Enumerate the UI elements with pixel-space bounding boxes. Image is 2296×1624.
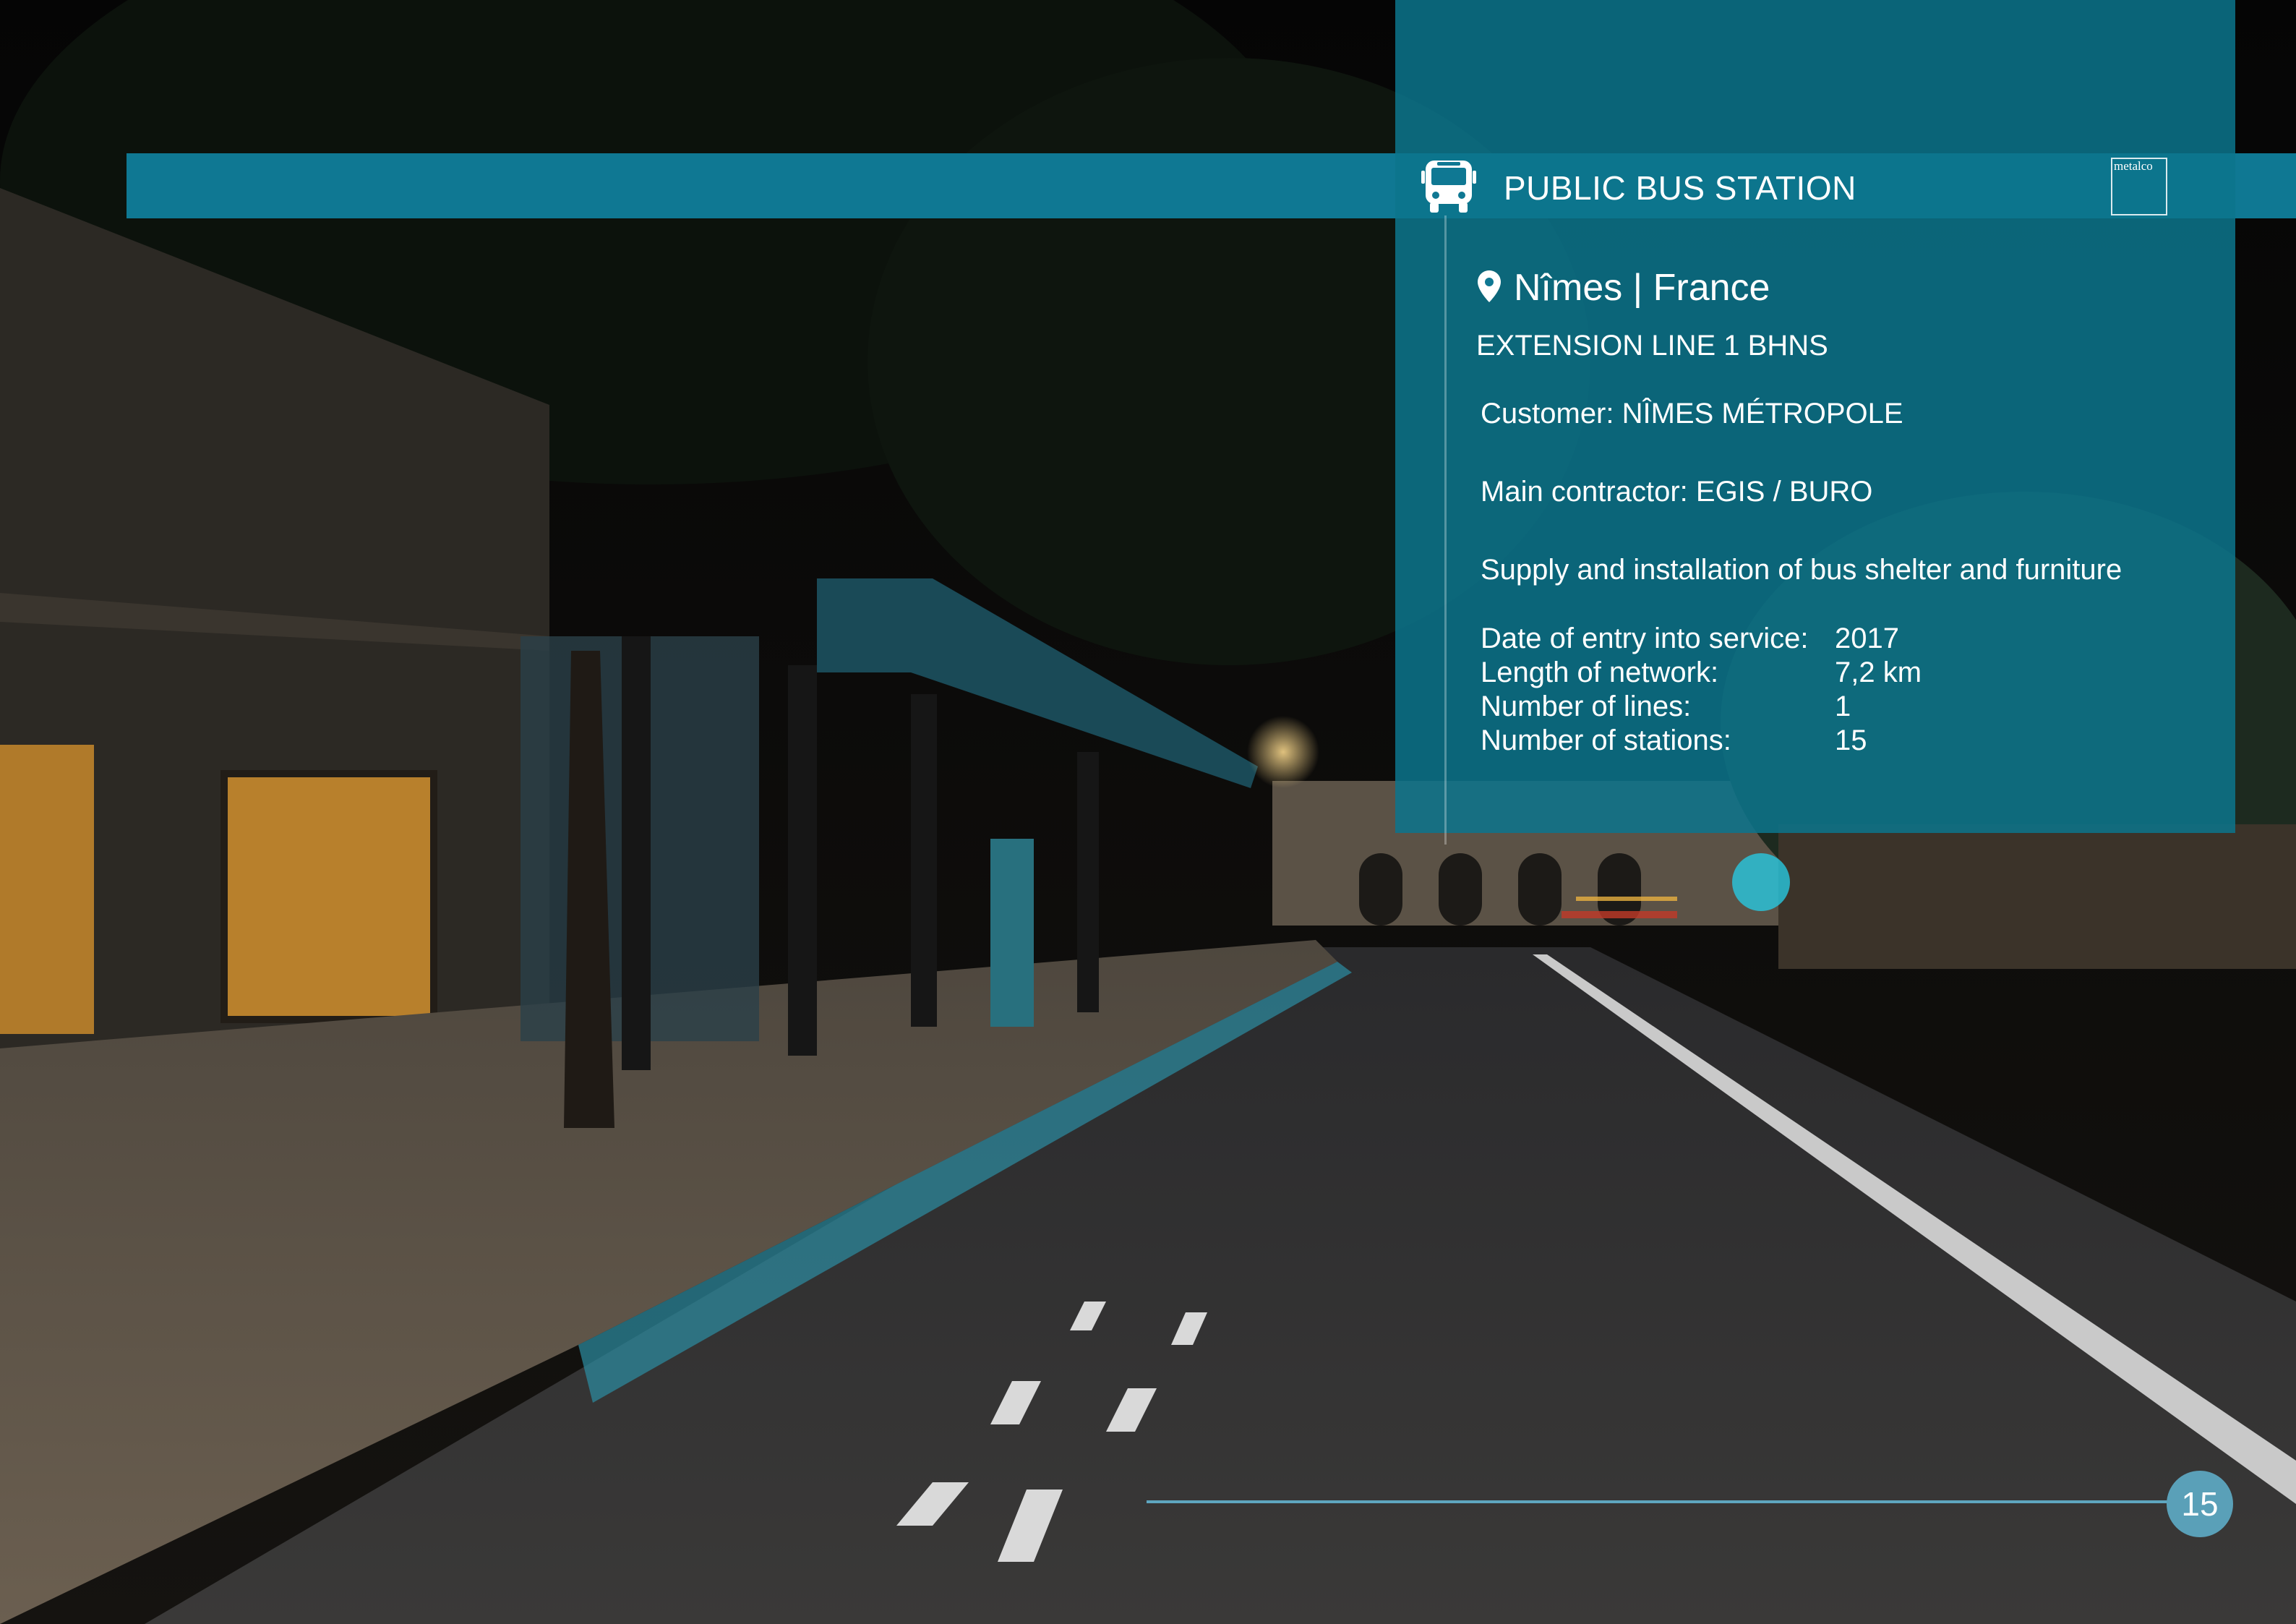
project-stats: Date of entry into service: 2017 Length …	[1481, 622, 1922, 758]
project-location: Nîmes | France	[1514, 267, 1770, 309]
stat-value: 1	[1835, 691, 1851, 722]
stat-value: 2017	[1835, 623, 1899, 654]
stat-row-date: Date of entry into service: 2017	[1481, 622, 1922, 656]
stat-label: Length of network:	[1481, 657, 1719, 688]
stat-label: Number of lines:	[1481, 691, 1692, 722]
stat-row-stations: Number of stations: 15	[1481, 724, 1922, 758]
page-number: 15	[2181, 1485, 2219, 1523]
stat-label: Number of stations:	[1481, 725, 1731, 756]
stat-value: 7,2 km	[1835, 657, 1922, 688]
page-number-rule	[1147, 1500, 2180, 1503]
bus-icon	[1421, 158, 1476, 215]
stat-value: 15	[1835, 725, 1867, 756]
stat-label: Date of entry into service:	[1481, 623, 1809, 654]
project-scope: Supply and installation of bus shelter a…	[1481, 554, 2122, 586]
brand-logo-text: metalco	[2114, 159, 2153, 173]
stat-row-length: Length of network: 7,2 km	[1481, 656, 1922, 690]
project-contractor: Main contractor: EGIS / BURO	[1481, 476, 1873, 508]
map-pin-icon	[1478, 270, 1501, 302]
panel-divider	[1444, 215, 1447, 845]
project-customer: Customer: NÎMES MÉTROPOLE	[1481, 398, 1903, 429]
project-subtitle: EXTENSION LINE 1 BHNS	[1476, 330, 1828, 362]
section-title: PUBLIC BUS STATION	[1504, 169, 1856, 207]
brand-logo: metalco	[2111, 158, 2167, 215]
stat-row-lines: Number of lines: 1	[1481, 690, 1922, 724]
